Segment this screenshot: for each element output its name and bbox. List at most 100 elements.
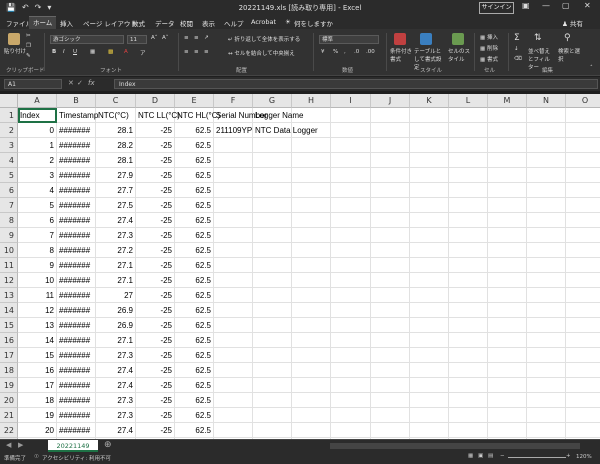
cell-c5[interactable]: 27.9 [96, 168, 136, 183]
format-painter-icon[interactable]: ✎ [26, 53, 31, 59]
cell-style-icon[interactable] [452, 33, 464, 45]
cell-m5[interactable] [488, 168, 527, 183]
cell-k15[interactable] [410, 318, 449, 333]
cell-d15[interactable]: -25 [136, 318, 175, 333]
cell-e3[interactable]: 62.5 [175, 138, 214, 153]
cell-a17[interactable]: 15 [18, 348, 57, 363]
cell-k13[interactable] [410, 288, 449, 303]
menu-page-layout[interactable]: ページ レイアウト [83, 18, 137, 28]
cell-c18[interactable]: 27.4 [96, 363, 136, 378]
row-header[interactable]: 14 [0, 303, 18, 318]
align-center-icon[interactable]: ≡ [194, 49, 199, 55]
cell-j10[interactable] [371, 243, 410, 258]
cell-e18[interactable]: 62.5 [175, 363, 214, 378]
cell-i19[interactable] [331, 378, 371, 393]
cell-h1[interactable] [292, 108, 331, 123]
cell-k9[interactable] [410, 228, 449, 243]
column-header-k[interactable]: K [410, 94, 449, 108]
cell-g7[interactable] [253, 198, 292, 213]
signin-button[interactable]: サインイン [479, 2, 514, 14]
column-header-e[interactable]: E [175, 94, 214, 108]
cell-k22[interactable] [410, 423, 449, 438]
cell-m21[interactable] [488, 408, 527, 423]
cell-b5[interactable]: ####### [57, 168, 96, 183]
cell-a7[interactable]: 5 [18, 198, 57, 213]
cell-k18[interactable] [410, 363, 449, 378]
cell-a14[interactable]: 12 [18, 303, 57, 318]
cell-m16[interactable] [488, 333, 527, 348]
cell-j4[interactable] [371, 153, 410, 168]
bold-icon[interactable]: B [52, 49, 56, 55]
comma-icon[interactable]: , [344, 49, 346, 55]
cell-m7[interactable] [488, 198, 527, 213]
cell-n22[interactable] [527, 423, 566, 438]
cell-j3[interactable] [371, 138, 410, 153]
cell-o2[interactable] [566, 123, 600, 138]
column-header-g[interactable]: G [253, 94, 292, 108]
cell-k10[interactable] [410, 243, 449, 258]
cell-g1[interactable]: Logger Name [253, 108, 303, 123]
cell-h12[interactable] [292, 273, 331, 288]
cell-f19[interactable] [214, 378, 253, 393]
next-sheet-icon[interactable]: ▶ [18, 441, 23, 449]
menu-view[interactable]: 表示 [202, 18, 215, 28]
cell-k20[interactable] [410, 393, 449, 408]
cell-d14[interactable]: -25 [136, 303, 175, 318]
cell-i21[interactable] [331, 408, 371, 423]
delete-cells-button[interactable]: ▦ 削除 [480, 44, 498, 52]
cell-l12[interactable] [449, 273, 488, 288]
insert-function-icon[interactable]: fx [88, 79, 95, 87]
cell-d10[interactable]: -25 [136, 243, 175, 258]
cell-g16[interactable] [253, 333, 292, 348]
cell-n16[interactable] [527, 333, 566, 348]
cell-i4[interactable] [331, 153, 371, 168]
column-header-d[interactable]: D [136, 94, 175, 108]
column-header-c[interactable]: C [96, 94, 136, 108]
increase-font-icon[interactable]: A˄ [151, 35, 158, 41]
cell-k17[interactable] [410, 348, 449, 363]
cell-o14[interactable] [566, 303, 600, 318]
cell-c17[interactable]: 27.3 [96, 348, 136, 363]
cell-g15[interactable] [253, 318, 292, 333]
conditional-format-label[interactable]: 条件付き書式 [390, 47, 412, 63]
cell-b22[interactable]: ####### [57, 423, 96, 438]
cell-o19[interactable] [566, 378, 600, 393]
cell-d3[interactable]: -25 [136, 138, 175, 153]
cell-l8[interactable] [449, 213, 488, 228]
cell-h11[interactable] [292, 258, 331, 273]
cell-h4[interactable] [292, 153, 331, 168]
cell-e9[interactable]: 62.5 [175, 228, 214, 243]
cell-g17[interactable] [253, 348, 292, 363]
cell-e17[interactable]: 62.5 [175, 348, 214, 363]
cell-m2[interactable] [488, 123, 527, 138]
zoom-out-icon[interactable]: − [500, 453, 505, 459]
cell-d2[interactable]: -25 [136, 123, 175, 138]
cell-c8[interactable]: 27.4 [96, 213, 136, 228]
cell-f1[interactable]: Serial Number [214, 108, 267, 123]
cell-c14[interactable]: 26.9 [96, 303, 136, 318]
cell-h9[interactable] [292, 228, 331, 243]
cell-h21[interactable] [292, 408, 331, 423]
cell-m12[interactable] [488, 273, 527, 288]
cell-o13[interactable] [566, 288, 600, 303]
sort-filter-icon[interactable]: ⇅ [534, 33, 542, 43]
cell-h16[interactable] [292, 333, 331, 348]
cell-h8[interactable] [292, 213, 331, 228]
cell-n17[interactable] [527, 348, 566, 363]
cell-b12[interactable]: ####### [57, 273, 96, 288]
conditional-format-icon[interactable] [394, 33, 406, 45]
italic-icon[interactable]: I [63, 49, 65, 55]
font-name-select[interactable]: 游ゴシック [50, 35, 124, 44]
cell-n13[interactable] [527, 288, 566, 303]
cell-b10[interactable]: ####### [57, 243, 96, 258]
cell-j21[interactable] [371, 408, 410, 423]
accessibility-status[interactable]: アクセシビリティ: 利用不可 [42, 454, 111, 462]
cell-d6[interactable]: -25 [136, 183, 175, 198]
cell-a18[interactable]: 16 [18, 363, 57, 378]
cell-o4[interactable] [566, 153, 600, 168]
cell-o7[interactable] [566, 198, 600, 213]
cell-n8[interactable] [527, 213, 566, 228]
phonetic-icon[interactable]: ア [140, 49, 146, 57]
column-header-n[interactable]: N [527, 94, 566, 108]
cell-l9[interactable] [449, 228, 488, 243]
